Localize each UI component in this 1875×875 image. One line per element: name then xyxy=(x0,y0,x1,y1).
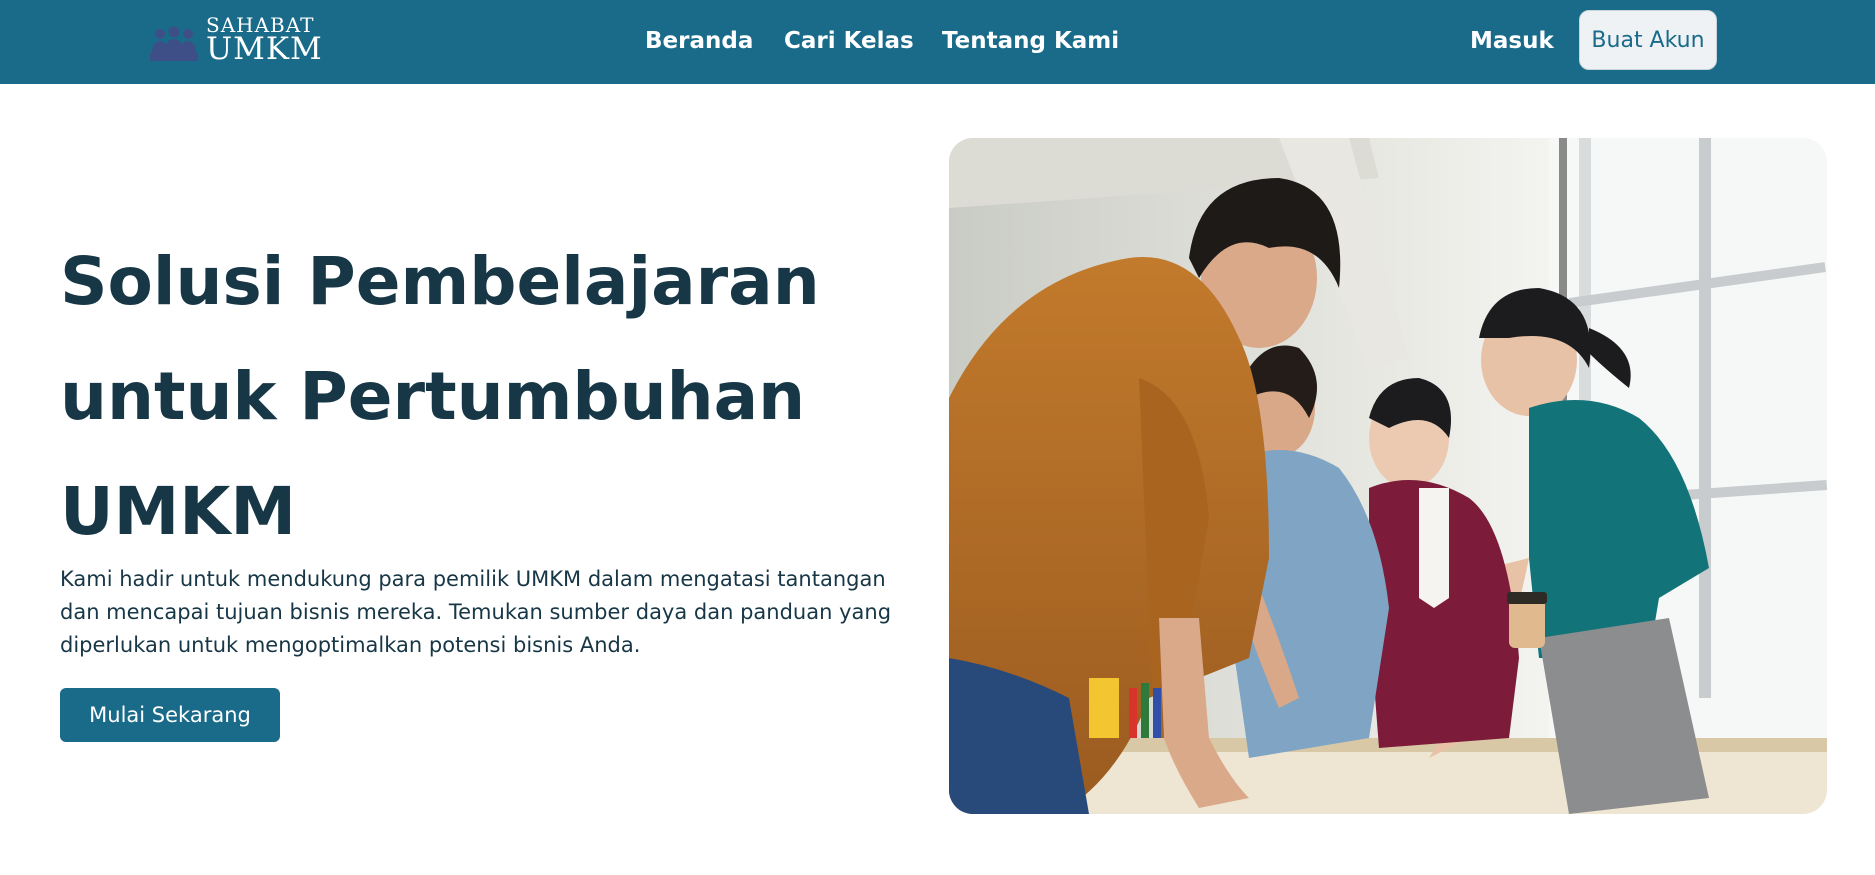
hero-image xyxy=(949,138,1827,814)
login-link[interactable]: Masuk xyxy=(1470,26,1554,56)
logo[interactable]: SAHABAT UMKM xyxy=(150,12,325,67)
team-collaboration-illustration xyxy=(949,138,1827,814)
nav-link-cari-kelas[interactable]: Cari Kelas xyxy=(784,26,914,56)
nav-link-tentang-kami[interactable]: Tentang Kami xyxy=(942,26,1119,56)
start-now-button[interactable]: Mulai Sekarang xyxy=(60,688,280,742)
hero-description: Kami hadir untuk mendukung para pemilik … xyxy=(60,567,892,657)
people-icon xyxy=(150,26,198,61)
logo-text-bottom: UMKM xyxy=(206,31,323,67)
navbar: SAHABAT UMKM Beranda Cari Kelas Tentang … xyxy=(0,0,1875,84)
nav-link-beranda[interactable]: Beranda xyxy=(645,26,753,56)
signup-button[interactable]: Buat Akun xyxy=(1579,10,1717,70)
hero-title: Solusi Pembelajaran untuk Pertumbuhan UM… xyxy=(60,243,820,550)
